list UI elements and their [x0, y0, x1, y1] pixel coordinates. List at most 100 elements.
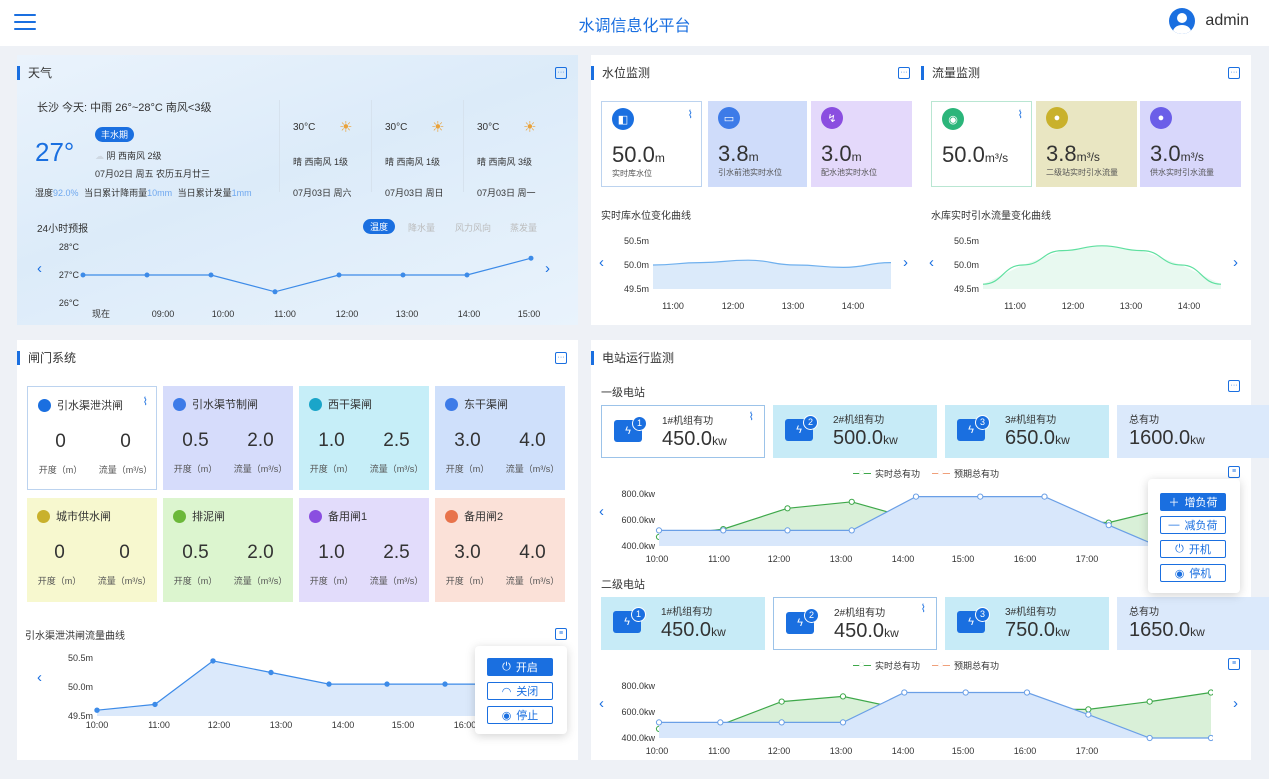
- list-icon[interactable]: ≡: [1228, 466, 1240, 478]
- unit-number: 3: [975, 607, 990, 622]
- water-level-chart: 50.5m 50.0m 49.5m 11:00 12:00 13:00 14:00: [624, 236, 892, 311]
- data-point: [839, 693, 847, 700]
- gate-card[interactable]: 排泥闸 0.5 2.0 开度（m） 流量（m³/s）: [163, 498, 293, 602]
- opening-label: 开度（m）: [173, 464, 218, 474]
- trend-icon[interactable]: ⌇: [921, 602, 926, 615]
- current-temp: 27°: [35, 137, 75, 167]
- chart-title: 水库实时引水流量变化曲线: [931, 211, 1051, 222]
- more-icon[interactable]: ···: [1228, 67, 1240, 79]
- unit-card[interactable]: ϟ 2 2#机组有功 450.0kw ⌇: [773, 597, 937, 650]
- data-point: [400, 272, 406, 278]
- unit-name: 总有功: [1129, 415, 1159, 426]
- unit-card[interactable]: ϟ 2 2#机组有功 500.0kw: [773, 405, 937, 458]
- chip-temperature[interactable]: 温度: [363, 219, 396, 234]
- start-button[interactable]: ⏻ 开机: [1160, 540, 1226, 558]
- chevron-left-icon[interactable]: ‹: [599, 504, 604, 519]
- open-button[interactable]: ⏻ 开启: [487, 658, 553, 676]
- x-tick-label: 15:00: [518, 309, 541, 319]
- gate-card[interactable]: 东干渠闸 3.0 4.0 开度（m） 流量（m³/s）: [435, 386, 565, 490]
- chevron-right-icon[interactable]: ›: [1233, 696, 1238, 711]
- level-card[interactable]: ↯ 3.0m 配水池实时水位: [811, 101, 912, 187]
- flow-card[interactable]: ◉ ⌇ 50.0m³/s: [931, 101, 1032, 187]
- chip-wind[interactable]: 风力风向: [455, 221, 491, 234]
- more-icon[interactable]: ···: [555, 67, 567, 79]
- more-icon[interactable]: ···: [1228, 380, 1240, 392]
- data-point: [778, 719, 785, 726]
- chevron-right-icon[interactable]: ›: [903, 255, 908, 270]
- data-point: [784, 527, 791, 534]
- trend-icon[interactable]: ⌇: [749, 410, 754, 423]
- flow-label: 流量（m³/s）: [505, 464, 560, 474]
- gate-card[interactable]: 城市供水闸 0 0 开度（m） 流量（m³/s）: [27, 498, 157, 602]
- more-icon[interactable]: ···: [898, 67, 910, 79]
- chevron-left-icon[interactable]: ‹: [37, 670, 42, 685]
- x-tick-label: 11:00: [662, 301, 684, 311]
- opening-label: 开度（m）: [309, 464, 354, 474]
- more-icon[interactable]: ···: [555, 352, 567, 364]
- chevron-left-icon[interactable]: ‹: [929, 255, 934, 270]
- unit-card[interactable]: 总有功 1600.0kw: [1117, 405, 1269, 458]
- x-tick-label: 11:00: [274, 309, 296, 319]
- panel-title: 闸门系统: [17, 351, 76, 365]
- panel-title: 流量监测: [921, 66, 980, 80]
- close-button[interactable]: ◠ 关闭: [487, 682, 553, 700]
- unit-card[interactable]: ϟ 3 3#机组有功 650.0kw: [945, 405, 1109, 458]
- decrease-load-button[interactable]: — 减负荷: [1160, 516, 1226, 534]
- divider: [463, 100, 464, 192]
- series-area: [97, 660, 503, 716]
- gate-card[interactable]: 引水渠泄洪闸 ⌇ 0 0 开度（m） 流量（m³/s）: [27, 386, 157, 490]
- unit-value: 450.0: [661, 619, 712, 641]
- unit-number: 3: [975, 415, 990, 430]
- y-tick-label: 50.0m: [954, 260, 979, 270]
- unit-card[interactable]: 总有功 1650.0kw: [1117, 597, 1269, 650]
- chevron-left-icon[interactable]: ‹: [599, 255, 604, 270]
- chevron-left-icon[interactable]: ‹: [599, 696, 604, 711]
- data-point: [848, 498, 855, 505]
- flow-card[interactable]: ● 3.0m³/s 供水实时引水流量: [1140, 101, 1241, 187]
- list-icon[interactable]: ≡: [1228, 658, 1240, 670]
- x-tick-label: 13:00: [1120, 301, 1143, 311]
- unit-name: 总有功: [1129, 607, 1159, 618]
- level-card[interactable]: ▭ 3.8m 引水前池实时水位: [708, 101, 807, 187]
- gate-card[interactable]: 西干渠闸 1.0 2.5 开度（m） 流量（m³/s）: [299, 386, 429, 490]
- trend-icon[interactable]: ⌇: [1018, 108, 1023, 121]
- x-tick-label: 16:00: [1014, 554, 1037, 564]
- data-point: [336, 272, 342, 278]
- unit-card[interactable]: ϟ 1 1#机组有功 450.0kw: [601, 597, 765, 650]
- user-menu[interactable]: admin: [1169, 8, 1249, 34]
- shutdown-button[interactable]: ◉ 停机: [1160, 564, 1226, 582]
- load-control-popup: ＋ 增负荷 — 减负荷 ⏻ 开机 ◉ 停机: [1148, 479, 1240, 593]
- unit-card[interactable]: ϟ 3 3#机组有功 750.0kw: [945, 597, 1109, 650]
- station1-chart: 800.0kw 600.0kw 400.0kw 10:00 11:00 12:00 13:0…: [621, 489, 1177, 564]
- chevron-right-icon[interactable]: ›: [545, 261, 550, 276]
- gate-card[interactable]: 引水渠节制闸 0.5 2.0 开度（m） 流量（m³/s）: [163, 386, 293, 490]
- increase-load-button[interactable]: ＋ 增负荷: [1160, 493, 1226, 511]
- username: admin: [1205, 12, 1249, 29]
- y-tick-label: 26°C: [59, 298, 80, 308]
- gate-card[interactable]: 备用闸2 3.0 4.0 开度（m） 流量（m³/s）: [435, 498, 565, 602]
- chip-rainfall[interactable]: 降水量: [408, 221, 435, 234]
- flow-card[interactable]: ● 3.8m³/s 二级站实时引水流量: [1036, 101, 1137, 187]
- chip-evaporation[interactable]: 蒸发量: [510, 221, 537, 234]
- unit-number: 1: [632, 416, 647, 431]
- list-icon[interactable]: ≡: [555, 628, 567, 640]
- stop-button[interactable]: ◉ 停止: [487, 706, 553, 724]
- data-point: [962, 689, 969, 696]
- trend-icon[interactable]: ⌇: [143, 395, 148, 408]
- unit-unit: kw: [883, 433, 898, 447]
- trend-icon[interactable]: ⌇: [688, 108, 693, 121]
- chevron-left-icon[interactable]: ‹: [37, 261, 42, 276]
- card-unit: m: [654, 151, 665, 165]
- divider: [279, 100, 280, 192]
- chevron-right-icon[interactable]: ›: [1233, 255, 1238, 270]
- gate-icon: [309, 397, 322, 411]
- gate-icon: [173, 509, 186, 523]
- data-point: [784, 505, 791, 512]
- unit-card[interactable]: ϟ 1 1#机组有功 450.0kw ⌇: [601, 405, 765, 458]
- gate-icon: [37, 509, 50, 523]
- data-point: [655, 527, 663, 534]
- gate-card[interactable]: 备用闸1 1.0 2.5 开度（m） 流量（m³/s）: [299, 498, 429, 602]
- level-card[interactable]: ◧ ⌇ 50.0m 实时库水位: [601, 101, 702, 187]
- hourly-title: 24小时预报: [37, 224, 89, 235]
- data-point: [1041, 493, 1048, 500]
